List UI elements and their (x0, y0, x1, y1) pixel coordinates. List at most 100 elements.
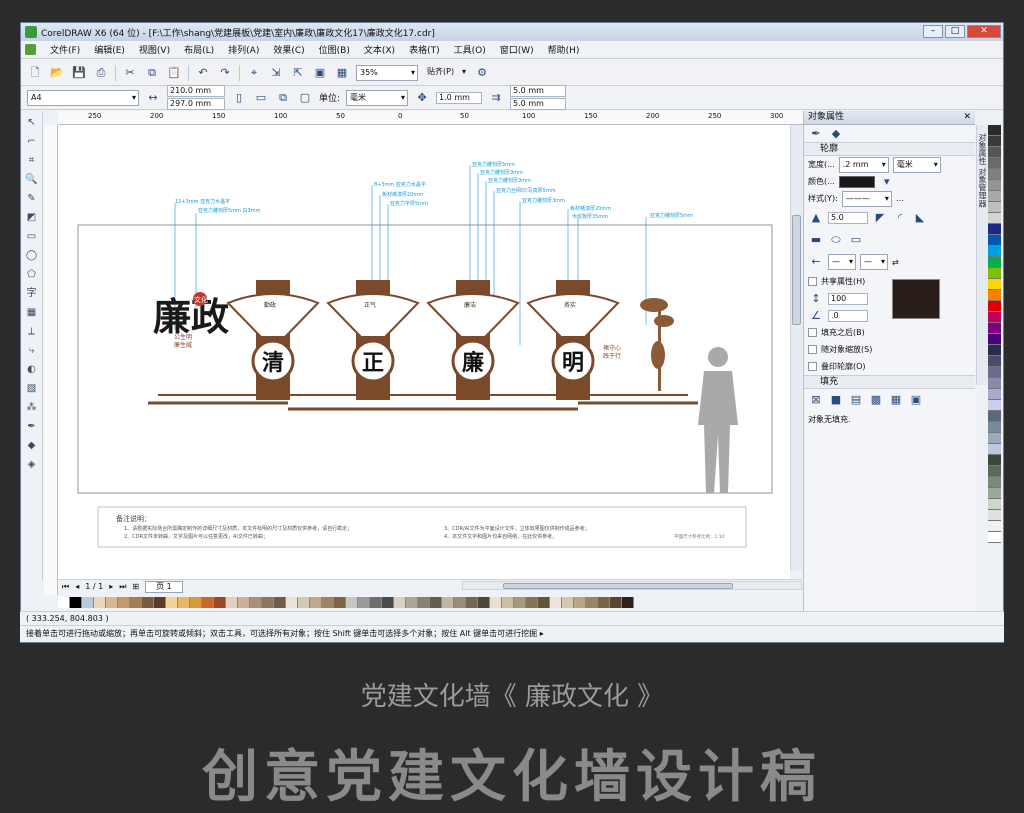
dup-x-field[interactable]: 5.0 mm (510, 85, 567, 97)
outline-tool-icon[interactable]: ✒ (24, 419, 40, 435)
texture-fill-icon[interactable]: ▦ (888, 392, 904, 408)
current-page-icon[interactable]: ▢ (297, 90, 313, 106)
paste-icon[interactable]: 📋 (166, 65, 182, 81)
table-tool-icon[interactable]: ▦ (24, 305, 40, 321)
color-swatch[interactable] (988, 136, 1001, 147)
color-swatch[interactable] (562, 596, 574, 608)
color-swatch[interactable] (286, 596, 298, 608)
connector-tool-icon[interactable]: ⤷ (24, 343, 40, 359)
menu-arrange[interactable]: 排列(A) (228, 43, 259, 56)
color-swatch[interactable] (178, 596, 190, 608)
color-swatch[interactable] (274, 596, 286, 608)
stretch-field[interactable]: 100 (828, 292, 868, 305)
minimize-button[interactable]: – (923, 25, 943, 38)
color-swatch[interactable] (550, 596, 562, 608)
color-swatch[interactable] (610, 596, 622, 608)
color-swatch[interactable] (166, 596, 178, 608)
zoom-tool-icon[interactable]: 🔍 (24, 172, 40, 188)
menu-table[interactable]: 表格(T) (409, 43, 440, 56)
snap-to-dropdown[interactable]: 贴齐(P) (424, 65, 468, 81)
color-swatch[interactable] (988, 279, 1001, 290)
more-icon[interactable]: … (896, 194, 904, 203)
color-swatch[interactable] (526, 596, 538, 608)
color-swatch[interactable] (988, 334, 1001, 345)
cap-extend-icon[interactable]: ▭ (848, 232, 864, 248)
portrait-icon[interactable]: ▯ (231, 90, 247, 106)
color-swatch[interactable] (988, 202, 1001, 213)
save-icon[interactable]: 💾 (71, 65, 87, 81)
color-swatch[interactable] (988, 521, 1001, 532)
color-swatch[interactable] (202, 596, 214, 608)
color-swatch[interactable] (988, 378, 1001, 389)
text-tool-icon[interactable]: 字 (24, 286, 40, 302)
end-arrow-select[interactable]: — (860, 254, 888, 270)
outline-style-select[interactable]: ——— (841, 190, 892, 207)
color-swatch[interactable] (310, 596, 322, 608)
unit-select[interactable]: 毫米 (346, 89, 409, 106)
color-swatch[interactable] (442, 596, 454, 608)
fill-after-checkbox[interactable] (808, 328, 817, 337)
color-swatch[interactable] (988, 147, 1001, 158)
corner-round-icon[interactable]: ◜ (892, 210, 908, 226)
menu-layout[interactable]: 布局(L) (184, 43, 214, 56)
add-page-icon[interactable]: ⊞ (132, 582, 139, 591)
color-swatch[interactable] (430, 596, 442, 608)
miter-field[interactable]: 5.0 (828, 212, 868, 224)
color-swatch[interactable] (454, 596, 466, 608)
scale-with-checkbox[interactable] (808, 345, 817, 354)
color-swatch[interactable] (988, 400, 1001, 411)
last-page-icon[interactable]: ⏭ (119, 582, 126, 592)
menu-effects[interactable]: 效果(C) (273, 43, 304, 56)
color-swatch[interactable] (322, 596, 334, 608)
copy-icon[interactable]: ⧉ (144, 65, 160, 81)
color-swatch[interactable] (988, 312, 1001, 323)
page-width-field[interactable]: 210.0 mm (167, 85, 225, 97)
color-swatch[interactable] (250, 596, 262, 608)
color-swatch[interactable] (988, 356, 1001, 367)
next-page-icon[interactable]: ▸ (109, 582, 113, 591)
color-swatch[interactable] (334, 596, 346, 608)
smart-fill-icon[interactable]: ◩ (24, 210, 40, 226)
new-icon[interactable]: 🗋 (27, 65, 43, 81)
fountain-fill-icon[interactable]: ▤ (848, 392, 864, 408)
menu-bitmaps[interactable]: 位图(B) (319, 43, 350, 56)
color-swatch[interactable] (988, 367, 1001, 378)
color-swatch[interactable] (988, 224, 1001, 235)
color-swatch[interactable] (370, 596, 382, 608)
cap-round-icon[interactable]: ⬭ (828, 232, 844, 248)
page-tab[interactable]: 页 1 (145, 580, 183, 593)
color-swatch[interactable] (988, 301, 1001, 312)
color-swatch[interactable] (298, 596, 310, 608)
color-swatch[interactable] (988, 422, 1001, 433)
color-swatch[interactable] (988, 323, 1001, 334)
color-swatch[interactable] (988, 158, 1001, 169)
open-icon[interactable]: 📂 (49, 65, 65, 81)
color-swatch[interactable] (262, 596, 274, 608)
color-swatch[interactable] (226, 596, 238, 608)
outline-unit-select[interactable]: 毫米 (892, 156, 941, 173)
color-swatch[interactable] (988, 477, 1001, 488)
outline-width-select[interactable]: .2 mm (838, 156, 889, 173)
color-swatch[interactable] (406, 596, 418, 608)
color-swatch[interactable] (988, 510, 1001, 521)
color-swatch[interactable] (502, 596, 514, 608)
menu-file[interactable]: 文件(F) (50, 43, 80, 56)
color-swatch[interactable] (988, 235, 1001, 246)
color-swatch[interactable] (988, 488, 1001, 499)
color-swatch[interactable] (622, 596, 634, 608)
menu-view[interactable]: 视图(V) (139, 43, 170, 56)
menu-tools[interactable]: 工具(O) (454, 43, 486, 56)
drawing-canvas[interactable]: 12+3mm 亚克力水晶字 亚克力雕刻厚5mm 白3mm 8+3mm 亚克力水晶… (58, 125, 790, 583)
blend-tool-icon[interactable]: ◐ (24, 362, 40, 378)
color-swatch[interactable] (988, 268, 1001, 279)
color-swatch[interactable] (574, 596, 586, 608)
color-swatch[interactable] (988, 532, 1001, 543)
color-swatch[interactable] (466, 596, 478, 608)
eyedropper-tool-icon[interactable]: ⁂ (24, 400, 40, 416)
color-swatch[interactable] (190, 596, 202, 608)
color-swatch[interactable] (988, 499, 1001, 510)
color-swatch[interactable] (988, 433, 1001, 444)
color-palette-bar[interactable] (58, 596, 780, 608)
corner-bevel-icon[interactable]: ◣ (912, 210, 928, 226)
polygon-tool-icon[interactable]: ⬠ (24, 267, 40, 283)
